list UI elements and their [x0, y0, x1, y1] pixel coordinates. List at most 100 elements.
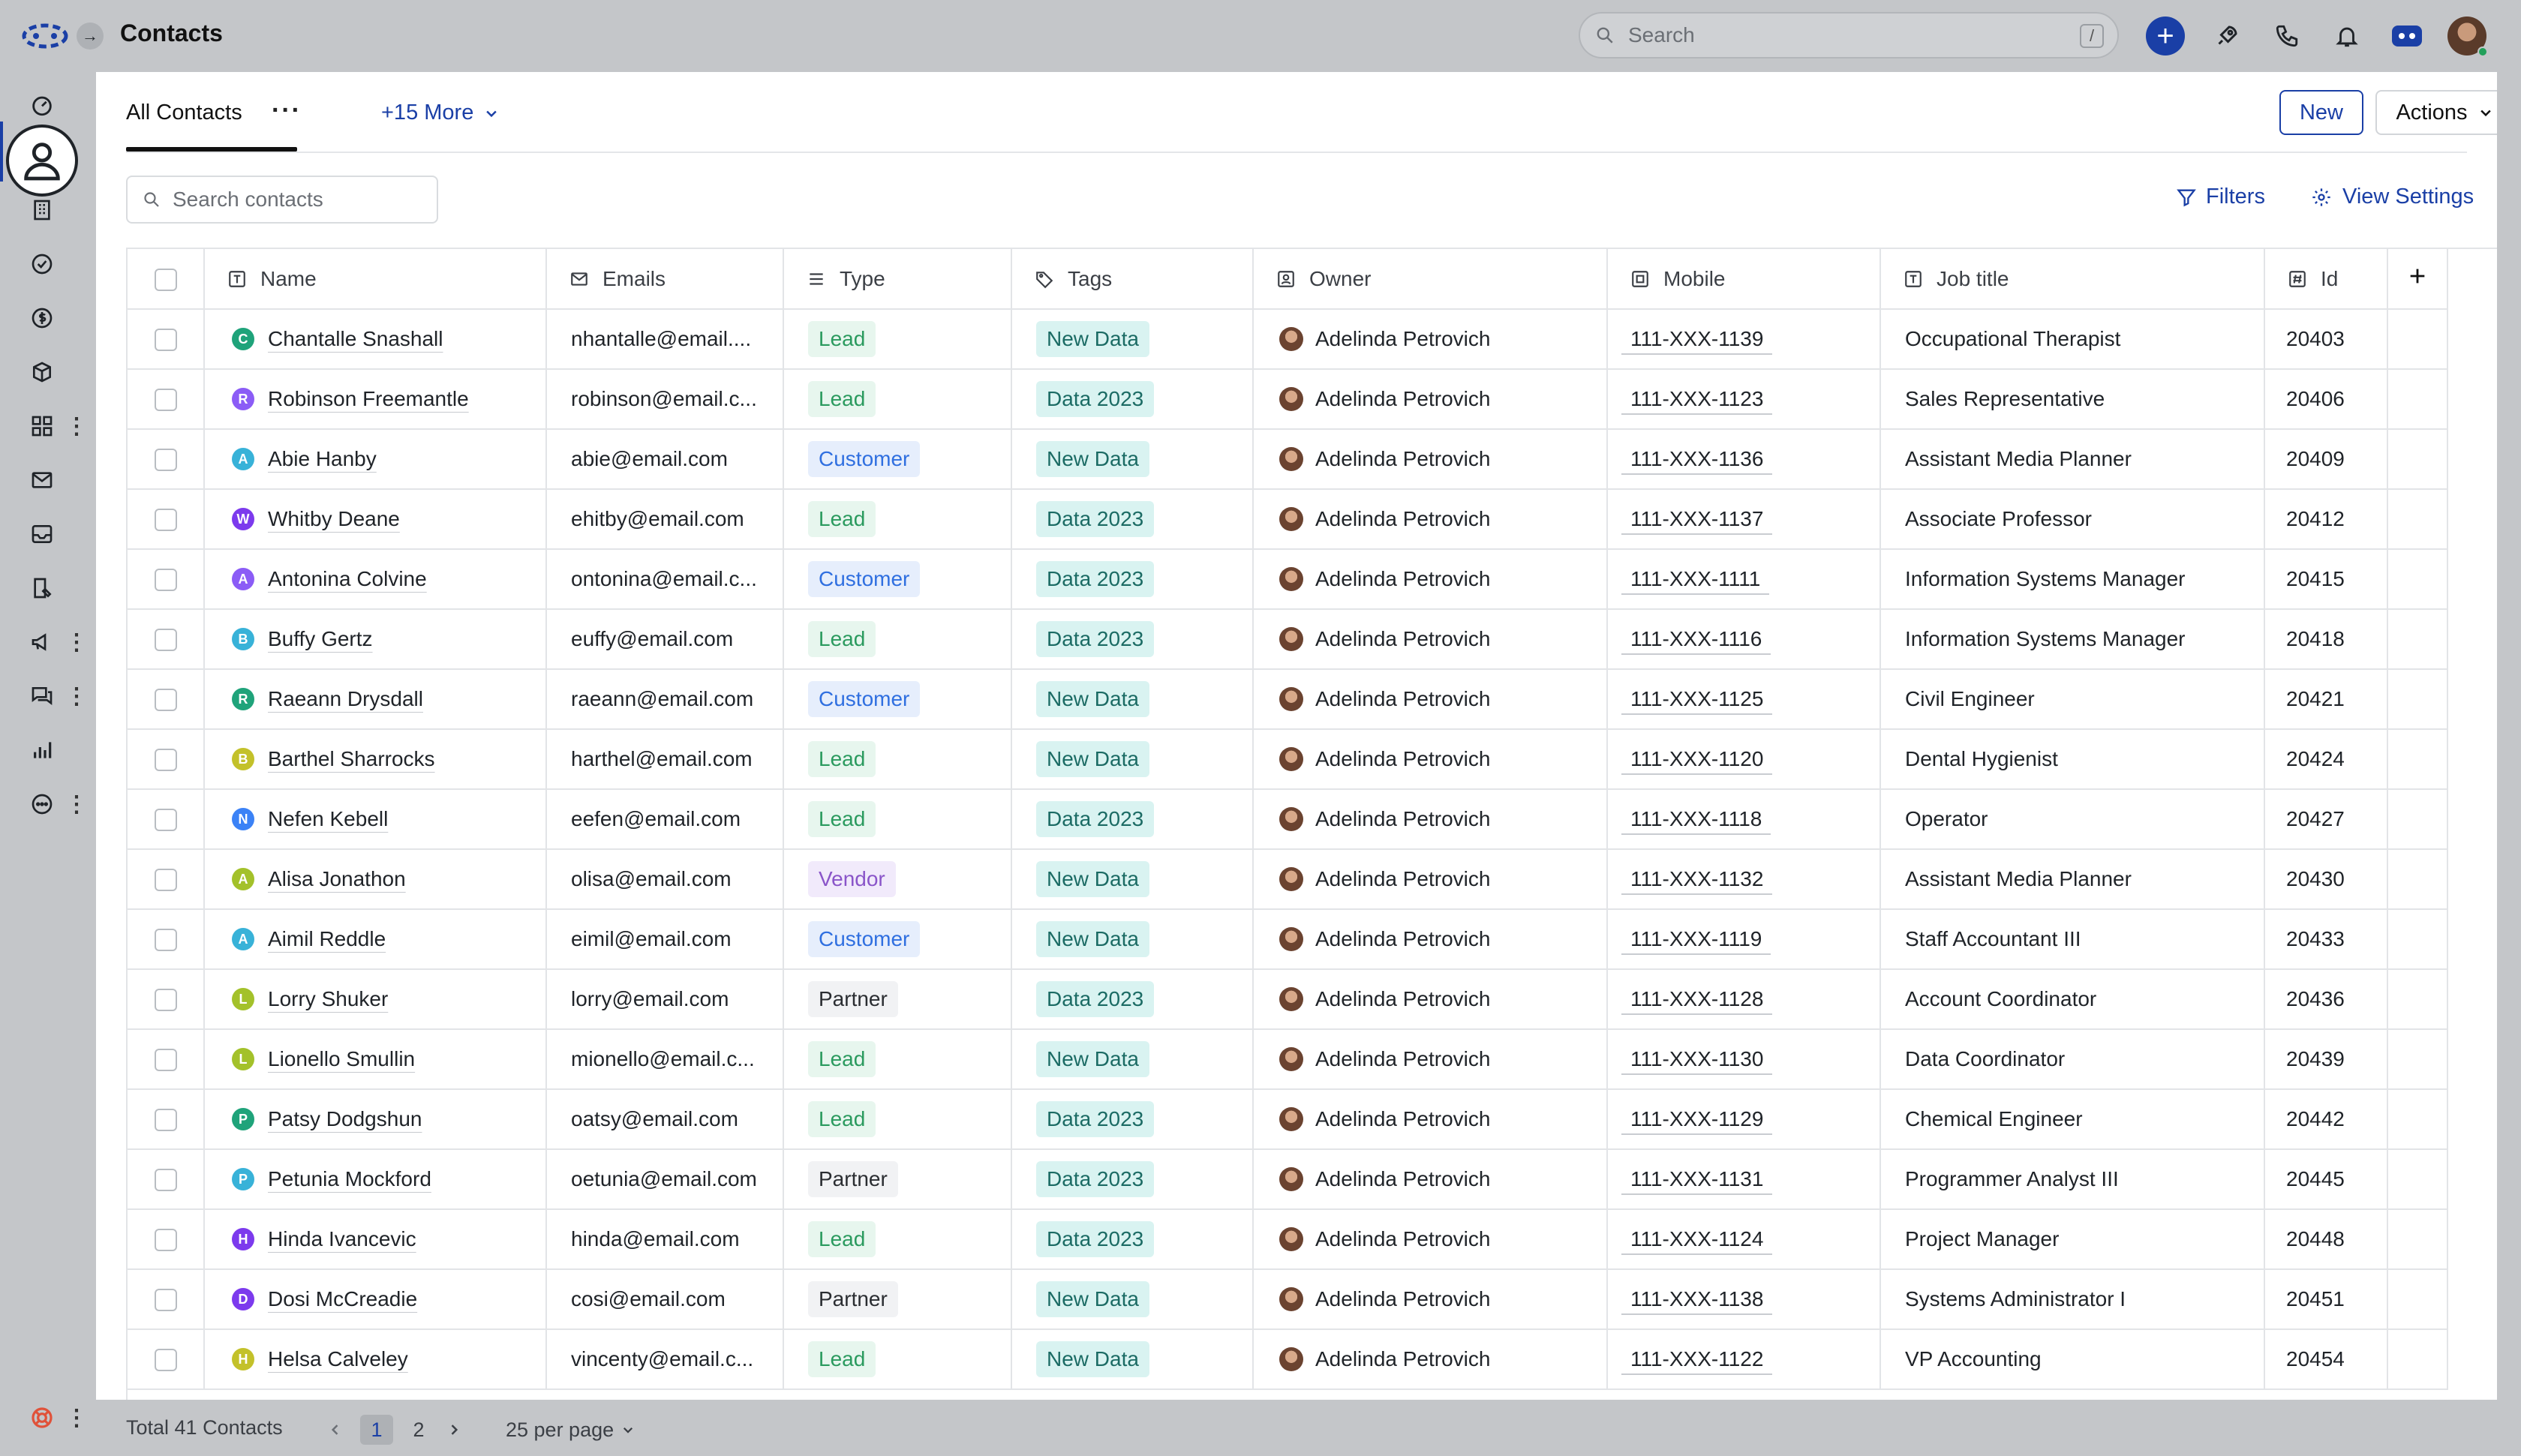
owner-cell[interactable]: Adelinda Petrovich [1253, 909, 1608, 970]
tags-cell[interactable]: Data 2023 [1011, 549, 1254, 610]
apps-more-icon[interactable]: ⋮ [65, 411, 88, 441]
tab-more-views[interactable]: +15 More [381, 101, 499, 125]
email-cell[interactable]: oetunia@email.com [546, 1149, 784, 1210]
row-checkbox[interactable] [154, 749, 177, 772]
job-title-cell[interactable]: Civil Engineer [1880, 669, 2265, 730]
mobile-cell[interactable]: 111-XXX-1123 [1607, 369, 1881, 430]
type-cell[interactable]: Lead [783, 729, 1012, 790]
type-cell[interactable]: Lead [783, 1029, 1012, 1090]
owner-cell[interactable]: Adelinda Petrovich [1253, 1209, 1608, 1270]
row-checkbox[interactable] [154, 869, 177, 892]
tab-options-icon[interactable]: ··· [272, 96, 302, 125]
tags-cell[interactable]: New Data [1011, 309, 1254, 370]
new-contact-button[interactable]: New [2279, 90, 2363, 135]
type-cell[interactable]: Lead [783, 1329, 1012, 1390]
row-checkbox[interactable] [154, 569, 177, 592]
column-header-tags[interactable]: Tags [1011, 249, 1254, 310]
row-checkbox[interactable] [154, 929, 177, 952]
rocket-icon[interactable] [2209, 18, 2245, 54]
name-cell[interactable]: P Patsy Dodgshun [204, 1089, 547, 1150]
email-cell[interactable]: raeann@email.com [546, 669, 784, 730]
more-circle-icon[interactable] [23, 785, 62, 824]
tags-cell[interactable]: New Data [1011, 1329, 1254, 1390]
mobile-cell[interactable]: 111-XXX-1124 [1607, 1209, 1881, 1270]
add-column-button[interactable] [2387, 249, 2448, 310]
table-row[interactable]: L Lionello Smullin mionello@email.c... Lead… [128, 1029, 2448, 1090]
prev-page-icon[interactable] [324, 1415, 347, 1445]
chart-icon[interactable] [23, 731, 62, 770]
row-checkbox[interactable] [154, 449, 177, 472]
name-cell[interactable]: B Buffy Gertz [204, 609, 547, 670]
actions-button[interactable]: Actions [2375, 90, 2497, 135]
check-circle-icon[interactable] [23, 245, 62, 284]
tags-cell[interactable]: New Data [1011, 849, 1254, 910]
email-cell[interactable]: abie@email.com [546, 429, 784, 490]
name-cell[interactable]: P Petunia Mockford [204, 1149, 547, 1210]
row-checkbox[interactable] [154, 809, 177, 832]
mobile-cell[interactable]: 111-XXX-1116 [1607, 609, 1881, 670]
mobile-cell[interactable]: 111-XXX-1132 [1607, 849, 1881, 910]
contacts-icon[interactable] [6, 125, 78, 197]
name-cell[interactable]: L Lorry Shuker [204, 969, 547, 1030]
contact-name[interactable]: Dosi McCreadie [268, 1287, 417, 1311]
table-row[interactable]: A Abie Hanby abie@email.com Customer New Dat… [128, 429, 2448, 490]
job-title-cell[interactable]: Assistant Media Planner [1880, 849, 2265, 910]
type-cell[interactable]: Customer [783, 909, 1012, 970]
table-row[interactable]: D Dosi McCreadie cosi@email.com Partner New … [128, 1269, 2448, 1330]
tags-cell[interactable]: New Data [1011, 429, 1254, 490]
tags-cell[interactable]: Data 2023 [1011, 1209, 1254, 1270]
table-row[interactable]: R Raeann Drysdall raeann@email.com Customer… [128, 669, 2448, 730]
name-cell[interactable]: B Barthel Sharrocks [204, 729, 547, 790]
expand-sidebar-icon[interactable]: → [77, 23, 104, 50]
email-cell[interactable]: euffy@email.com [546, 609, 784, 670]
type-cell[interactable]: Lead [783, 369, 1012, 430]
name-cell[interactable]: D Dosi McCreadie [204, 1269, 547, 1330]
job-title-cell[interactable]: Systems Administrator I [1880, 1269, 2265, 1330]
owner-cell[interactable]: Adelinda Petrovich [1253, 849, 1608, 910]
contact-name[interactable]: Alisa Jonathon [268, 867, 406, 891]
contact-name[interactable]: Lorry Shuker [268, 987, 388, 1011]
type-cell[interactable]: Lead [783, 1209, 1012, 1270]
column-header-id[interactable]: Id [2264, 249, 2388, 310]
search-contacts-input[interactable]: Search contacts [126, 176, 438, 224]
tags-cell[interactable]: Data 2023 [1011, 789, 1254, 850]
type-cell[interactable]: Vendor [783, 849, 1012, 910]
chat-icon[interactable] [23, 677, 62, 716]
row-checkbox[interactable] [154, 1289, 177, 1312]
page-1-button[interactable]: 1 [360, 1415, 393, 1445]
contact-name[interactable]: Patsy Dodgshun [268, 1107, 422, 1131]
building-icon[interactable] [23, 191, 62, 230]
column-header-mobile[interactable]: Mobile [1607, 249, 1881, 310]
table-row[interactable]: C Chantalle Snashall nhantalle@email.... Le… [128, 309, 2448, 370]
job-title-cell[interactable]: Chemical Engineer [1880, 1089, 2265, 1150]
job-title-cell[interactable]: Sales Representative [1880, 369, 2265, 430]
type-cell[interactable]: Lead [783, 789, 1012, 850]
contact-name[interactable]: Abie Hanby [268, 447, 377, 471]
owner-cell[interactable]: Adelinda Petrovich [1253, 489, 1608, 550]
type-cell[interactable]: Partner [783, 1149, 1012, 1210]
mobile-cell[interactable]: 111-XXX-1130 [1607, 1029, 1881, 1090]
tags-cell[interactable]: New Data [1011, 1269, 1254, 1330]
email-cell[interactable]: olisa@email.com [546, 849, 784, 910]
row-checkbox[interactable] [154, 1049, 177, 1072]
tags-cell[interactable]: Data 2023 [1011, 1089, 1254, 1150]
mobile-cell[interactable]: 111-XXX-1118 [1607, 789, 1881, 850]
name-cell[interactable]: H Helsa Calveley [204, 1329, 547, 1390]
tags-cell[interactable]: New Data [1011, 1029, 1254, 1090]
owner-cell[interactable]: Adelinda Petrovich [1253, 969, 1608, 1030]
owner-cell[interactable]: Adelinda Petrovich [1253, 369, 1608, 430]
owner-cell[interactable]: Adelinda Petrovich [1253, 669, 1608, 730]
filters-button[interactable]: Filters [2176, 185, 2265, 209]
type-cell[interactable]: Customer [783, 549, 1012, 610]
contact-name[interactable]: Buffy Gertz [268, 627, 373, 651]
name-cell[interactable]: W Whitby Deane [204, 489, 547, 550]
row-checkbox[interactable] [154, 509, 177, 532]
app-logo-icon[interactable] [21, 21, 69, 51]
row-checkbox[interactable] [154, 1229, 177, 1252]
tags-cell[interactable]: New Data [1011, 729, 1254, 790]
type-cell[interactable]: Lead [783, 609, 1012, 670]
table-row[interactable]: A Antonina Colvine ontonina@email.c... Cust… [128, 549, 2448, 610]
name-cell[interactable]: A Antonina Colvine [204, 549, 547, 610]
type-cell[interactable]: Partner [783, 969, 1012, 1030]
table-row[interactable]: P Petunia Mockford oetunia@email.com Partne… [128, 1149, 2448, 1210]
